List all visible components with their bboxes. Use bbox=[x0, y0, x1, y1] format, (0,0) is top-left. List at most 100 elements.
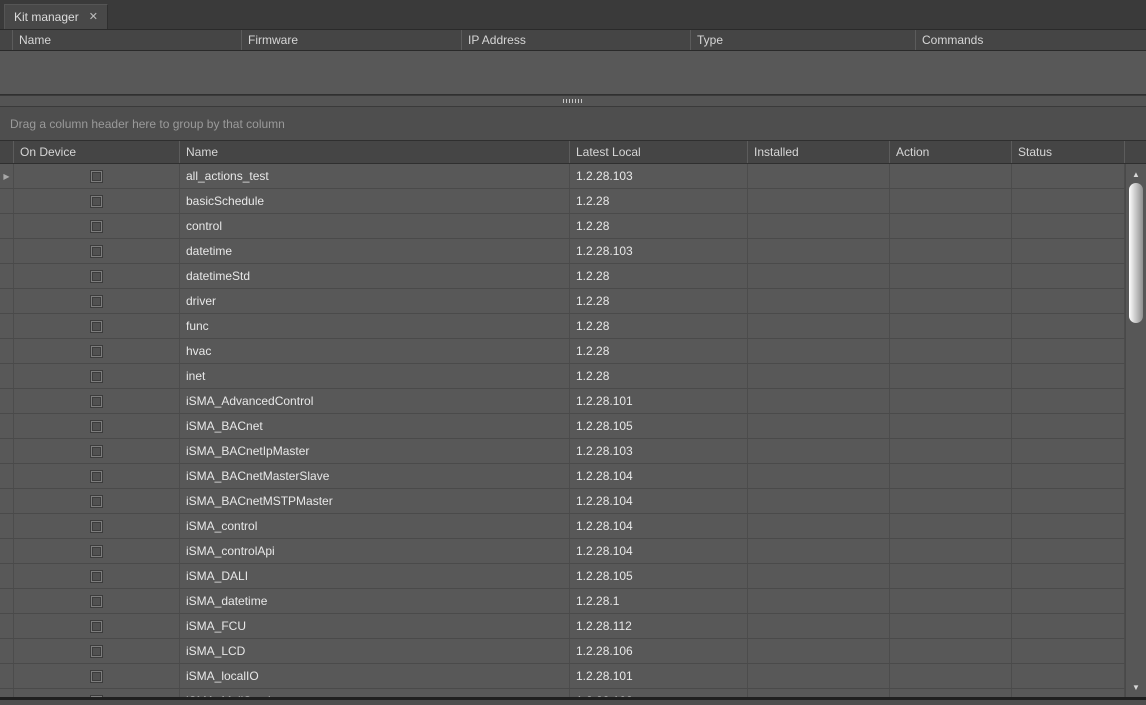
on-device-checkbox[interactable] bbox=[90, 570, 103, 583]
row-indicator bbox=[0, 564, 14, 588]
window-bottom-edge bbox=[0, 697, 1146, 705]
column-header-action[interactable]: Action bbox=[890, 141, 1012, 163]
on-device-checkbox[interactable] bbox=[90, 395, 103, 408]
on-device-checkbox[interactable] bbox=[90, 595, 103, 608]
on-device-checkbox[interactable] bbox=[90, 420, 103, 433]
column-header-latest-local[interactable]: Latest Local bbox=[570, 141, 748, 163]
kit-latest-local: 1.2.28.101 bbox=[570, 664, 748, 688]
table-row[interactable]: driver 1.2.28 bbox=[0, 289, 1146, 314]
checkbox-inner bbox=[92, 447, 101, 456]
column-header-on-device[interactable]: On Device bbox=[14, 141, 180, 163]
table-row[interactable]: iSMA_AdvancedControl 1.2.28.101 bbox=[0, 389, 1146, 414]
horizontal-splitter[interactable] bbox=[0, 95, 1146, 107]
group-by-drop-zone[interactable]: Drag a column header here to group by th… bbox=[0, 107, 1146, 140]
column-header-installed[interactable]: Installed bbox=[748, 141, 890, 163]
checkbox-inner bbox=[92, 422, 101, 431]
kit-installed bbox=[748, 264, 890, 288]
column-header-ip-address[interactable]: IP Address bbox=[462, 30, 691, 50]
table-row[interactable]: iSMA_BACnetMasterSlave 1.2.28.104 bbox=[0, 464, 1146, 489]
kit-latest-local: 1.2.28.104 bbox=[570, 489, 748, 513]
splitter-grip-icon bbox=[563, 99, 583, 103]
table-row[interactable]: iSMA_controlApi 1.2.28.104 bbox=[0, 539, 1146, 564]
on-device-checkbox[interactable] bbox=[90, 520, 103, 533]
on-device-cell bbox=[14, 439, 180, 463]
table-row[interactable]: iSMA_control 1.2.28.104 bbox=[0, 514, 1146, 539]
scroll-down-button[interactable]: ▼ bbox=[1126, 679, 1146, 695]
table-row[interactable]: ▶ all_actions_test 1.2.28.103 bbox=[0, 164, 1146, 189]
table-row[interactable]: iSMA_DALI 1.2.28.105 bbox=[0, 564, 1146, 589]
table-row[interactable]: iSMA_BACnetMSTPMaster 1.2.28.104 bbox=[0, 489, 1146, 514]
kit-name: iSMA_FCU bbox=[180, 614, 570, 638]
on-device-checkbox[interactable] bbox=[90, 220, 103, 233]
kit-installed bbox=[748, 439, 890, 463]
kits-rows: ▶ all_actions_test 1.2.28.103 basicSched… bbox=[0, 164, 1146, 697]
on-device-cell bbox=[14, 639, 180, 663]
on-device-checkbox[interactable] bbox=[90, 370, 103, 383]
row-indicator bbox=[0, 264, 14, 288]
on-device-checkbox[interactable] bbox=[90, 445, 103, 458]
kit-action bbox=[890, 639, 1012, 663]
kit-action bbox=[890, 664, 1012, 688]
scrollbar-thumb[interactable] bbox=[1129, 183, 1143, 323]
kit-action bbox=[890, 389, 1012, 413]
table-row[interactable]: iSMA_BACnetIpMaster 1.2.28.103 bbox=[0, 439, 1146, 464]
checkbox-inner bbox=[92, 547, 101, 556]
on-device-checkbox[interactable] bbox=[90, 670, 103, 683]
kit-latest-local: 1.2.28 bbox=[570, 314, 748, 338]
on-device-checkbox[interactable] bbox=[90, 620, 103, 633]
table-row[interactable]: func 1.2.28 bbox=[0, 314, 1146, 339]
on-device-checkbox[interactable] bbox=[90, 495, 103, 508]
row-indicator bbox=[0, 489, 14, 513]
on-device-checkbox[interactable] bbox=[90, 245, 103, 258]
kit-action bbox=[890, 464, 1012, 488]
kit-status bbox=[1012, 289, 1125, 313]
on-device-checkbox[interactable] bbox=[90, 320, 103, 333]
table-row[interactable]: iSMA_MailService 1.2.28.102 bbox=[0, 689, 1146, 697]
vertical-scrollbar[interactable]: ▲ ▼ bbox=[1125, 164, 1146, 697]
table-row[interactable]: iSMA_BACnet 1.2.28.105 bbox=[0, 414, 1146, 439]
on-device-checkbox[interactable] bbox=[90, 695, 103, 698]
column-header-firmware[interactable]: Firmware bbox=[242, 30, 462, 50]
table-row[interactable]: basicSchedule 1.2.28 bbox=[0, 189, 1146, 214]
on-device-checkbox[interactable] bbox=[90, 345, 103, 358]
table-row[interactable]: datetime 1.2.28.103 bbox=[0, 239, 1146, 264]
kit-installed bbox=[748, 214, 890, 238]
on-device-checkbox[interactable] bbox=[90, 545, 103, 558]
column-header-type[interactable]: Type bbox=[691, 30, 916, 50]
table-row[interactable]: control 1.2.28 bbox=[0, 214, 1146, 239]
kit-status bbox=[1012, 364, 1125, 388]
on-device-cell bbox=[14, 289, 180, 313]
on-device-checkbox[interactable] bbox=[90, 170, 103, 183]
on-device-checkbox[interactable] bbox=[90, 470, 103, 483]
table-row[interactable]: iSMA_LCD 1.2.28.106 bbox=[0, 639, 1146, 664]
column-header-commands[interactable]: Commands bbox=[916, 30, 1146, 50]
table-row[interactable]: datetimeStd 1.2.28 bbox=[0, 264, 1146, 289]
on-device-cell bbox=[14, 539, 180, 563]
table-row[interactable]: iSMA_datetime 1.2.28.1 bbox=[0, 589, 1146, 614]
kit-latest-local: 1.2.28.106 bbox=[570, 639, 748, 663]
kit-installed bbox=[748, 189, 890, 213]
on-device-checkbox[interactable] bbox=[90, 270, 103, 283]
checkbox-inner bbox=[92, 622, 101, 631]
table-row[interactable]: inet 1.2.28 bbox=[0, 364, 1146, 389]
kit-action bbox=[890, 689, 1012, 697]
on-device-cell bbox=[14, 189, 180, 213]
tab-kit-manager[interactable]: Kit manager ✕ bbox=[4, 4, 108, 29]
kits-indicator-column-header bbox=[0, 141, 14, 163]
on-device-cell bbox=[14, 339, 180, 363]
column-header-name[interactable]: Name bbox=[13, 30, 242, 50]
kit-installed bbox=[748, 689, 890, 697]
table-row[interactable]: iSMA_localIO 1.2.28.101 bbox=[0, 664, 1146, 689]
close-icon[interactable]: ✕ bbox=[89, 12, 98, 23]
table-row[interactable]: hvac 1.2.28 bbox=[0, 339, 1146, 364]
on-device-checkbox[interactable] bbox=[90, 295, 103, 308]
table-row[interactable]: iSMA_FCU 1.2.28.112 bbox=[0, 614, 1146, 639]
scroll-up-button[interactable]: ▲ bbox=[1126, 166, 1146, 182]
column-header-status[interactable]: Status bbox=[1012, 141, 1125, 163]
on-device-checkbox[interactable] bbox=[90, 645, 103, 658]
checkbox-inner bbox=[92, 697, 101, 698]
row-indicator bbox=[0, 389, 14, 413]
on-device-checkbox[interactable] bbox=[90, 195, 103, 208]
column-header-kit-name[interactable]: Name bbox=[180, 141, 570, 163]
kit-action bbox=[890, 314, 1012, 338]
